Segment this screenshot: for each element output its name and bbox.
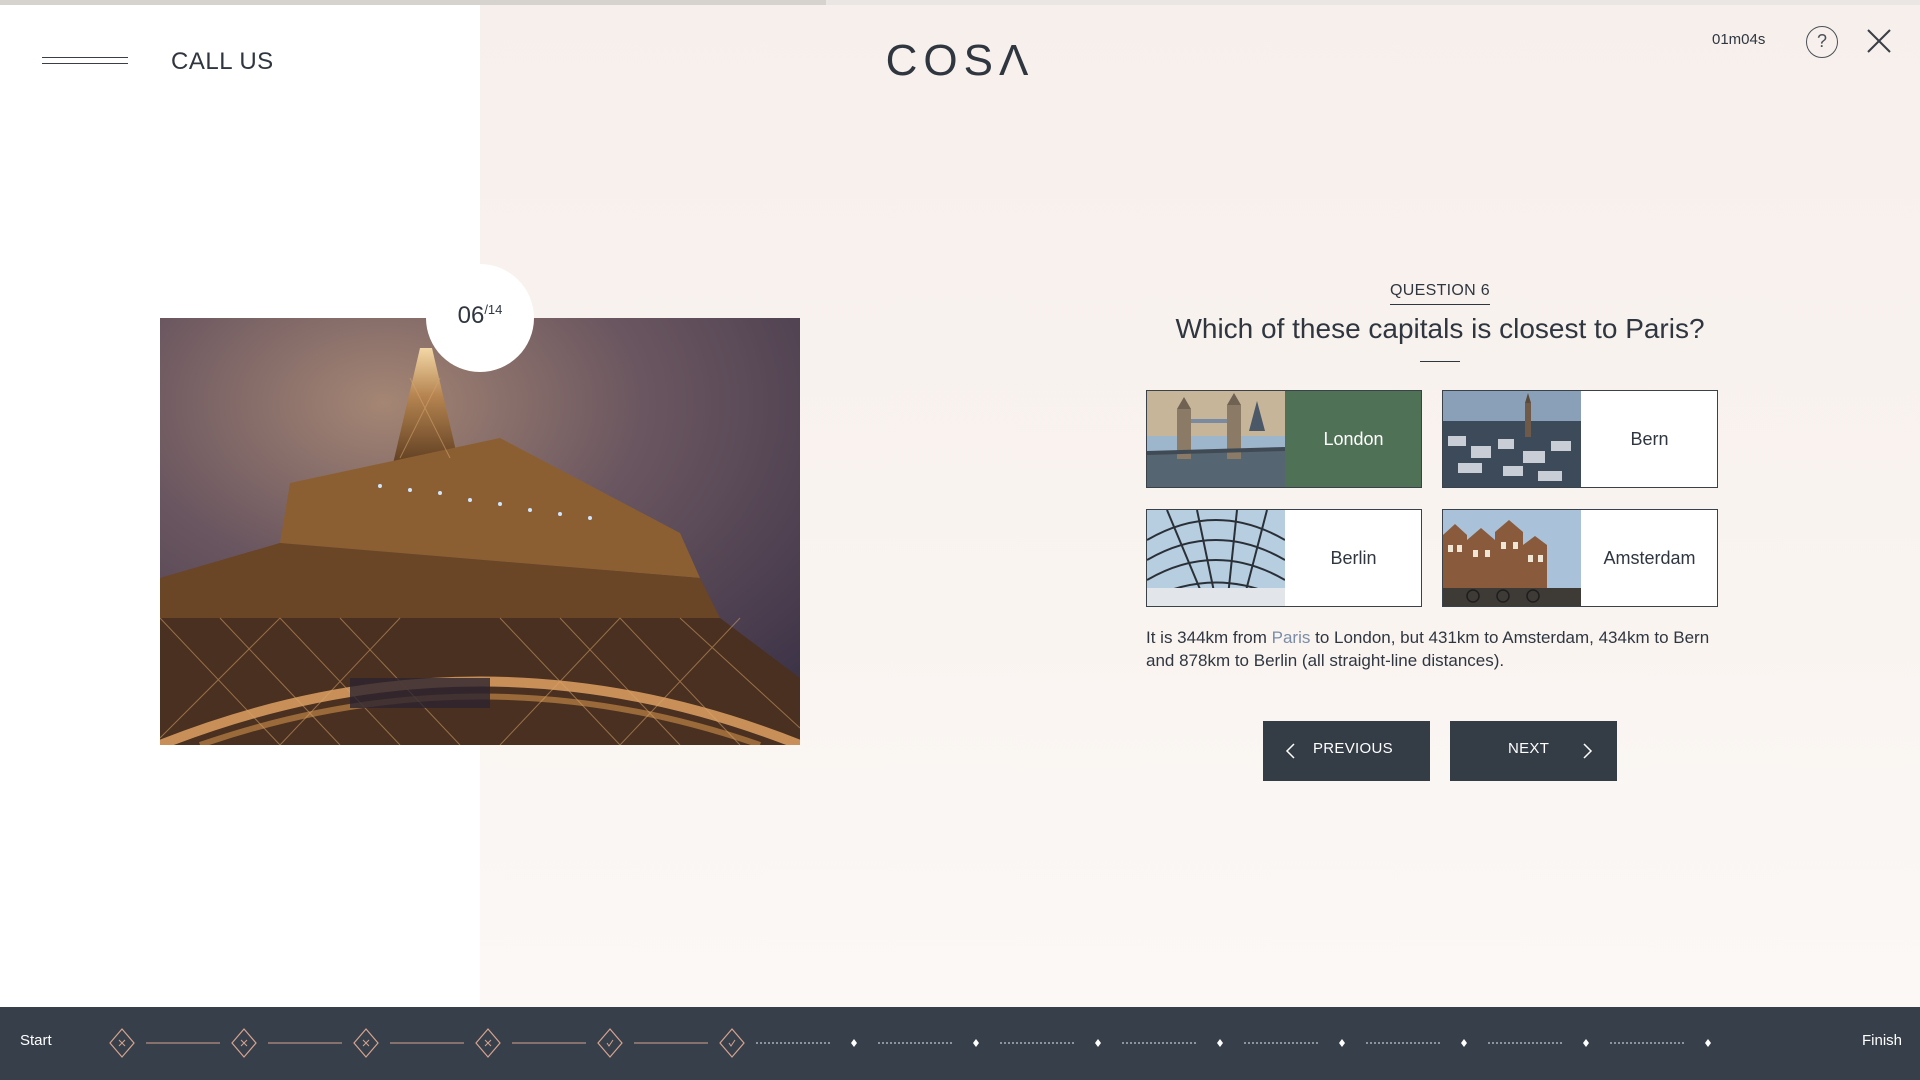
close-icon bbox=[1867, 29, 1891, 53]
question-mark-icon: ? bbox=[1816, 31, 1827, 51]
progress-step-pending-icon bbox=[973, 1039, 979, 1047]
progress-step-wrong-icon bbox=[118, 1039, 126, 1047]
progress-step-diamond-icon bbox=[597, 1028, 623, 1058]
brand-logo[interactable]: COSΛ bbox=[0, 36, 1920, 86]
progress-step-wrong-icon bbox=[240, 1039, 248, 1047]
progress-step-pending-icon bbox=[1583, 1039, 1589, 1047]
next-button[interactable]: NEXT bbox=[1450, 721, 1617, 781]
counter-current: 06 bbox=[457, 302, 485, 329]
question-title: Which of these capitals is closest to Pa… bbox=[1175, 313, 1705, 344]
progress-step-pending-icon bbox=[1461, 1039, 1467, 1047]
berlin-thumbnail bbox=[1147, 510, 1285, 606]
progress-step-pending-icon bbox=[1339, 1039, 1345, 1047]
answer-label: London bbox=[1285, 391, 1421, 487]
progress-step-correct-icon bbox=[728, 1039, 736, 1047]
answer-label: Amsterdam bbox=[1603, 547, 1696, 568]
divider bbox=[1420, 361, 1460, 362]
amsterdam-thumbnail bbox=[1443, 510, 1581, 606]
chevron-right-icon bbox=[1583, 743, 1593, 759]
answer-label: Bern bbox=[1630, 428, 1669, 449]
progress-step-wrong-icon bbox=[362, 1039, 370, 1047]
question-label: QUESTION 6 bbox=[1390, 282, 1490, 299]
question-label-underline bbox=[1390, 304, 1490, 305]
answer-label: Berlin bbox=[1330, 547, 1377, 568]
london-thumbnail bbox=[1147, 391, 1285, 487]
answer-option-berlin[interactable]: Berlin bbox=[1146, 509, 1422, 607]
previous-label: PREVIOUS bbox=[1313, 740, 1393, 757]
answer-option-london[interactable]: London bbox=[1146, 390, 1422, 488]
question-counter: 06/14 bbox=[426, 264, 534, 372]
help-button[interactable]: ? bbox=[1806, 26, 1838, 58]
answer-option-bern[interactable]: Bern bbox=[1442, 390, 1718, 488]
quiz-timer: 01m04s bbox=[1712, 31, 1766, 48]
progress-step-pending-icon bbox=[1705, 1039, 1711, 1047]
answer-explanation: It is 344km from Paris to London, but 43… bbox=[1146, 626, 1718, 672]
next-label: NEXT bbox=[1508, 740, 1550, 757]
progress-step-pending-icon bbox=[1095, 1039, 1101, 1047]
progress-step-correct-icon bbox=[606, 1039, 614, 1047]
chevron-left-icon bbox=[1285, 743, 1295, 759]
close-button[interactable] bbox=[1865, 27, 1893, 55]
paris-link[interactable]: Paris bbox=[1272, 628, 1311, 647]
progress-steps bbox=[109, 1028, 1711, 1058]
progress-finish-label: Finish bbox=[1862, 1032, 1903, 1049]
progress-step-wrong-icon bbox=[484, 1039, 492, 1047]
answer-option-amsterdam[interactable]: Amsterdam bbox=[1442, 509, 1718, 607]
progress-step-pending-icon bbox=[851, 1039, 857, 1047]
previous-button[interactable]: PREVIOUS bbox=[1263, 721, 1430, 781]
quiz-progress-bar: Start Finish bbox=[0, 1007, 1920, 1080]
bern-thumbnail bbox=[1443, 391, 1581, 487]
explanation-text: It is 344km from bbox=[1146, 628, 1272, 647]
counter-total: /14 bbox=[484, 302, 503, 317]
progress-step-diamond-icon bbox=[719, 1028, 745, 1058]
eiffel-tower-image bbox=[160, 318, 800, 745]
progress-step-pending-icon bbox=[1217, 1039, 1223, 1047]
